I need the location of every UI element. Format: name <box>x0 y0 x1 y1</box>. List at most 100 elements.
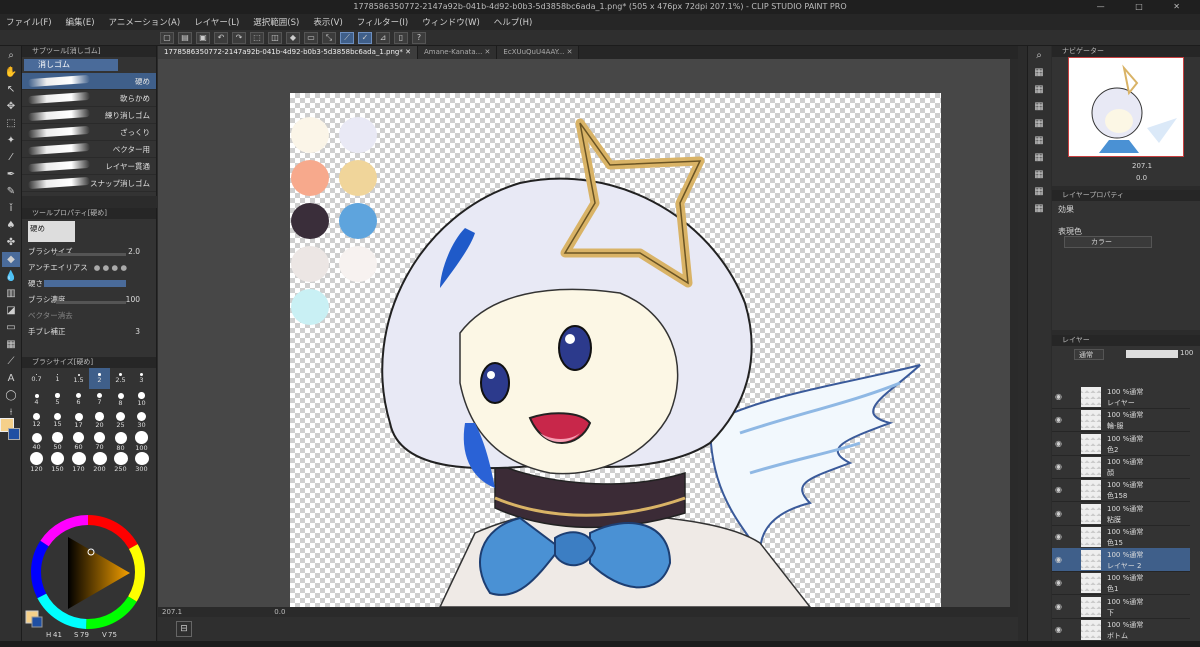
brush-size-cell[interactable]: 25 <box>110 410 131 431</box>
eyedropper-icon[interactable]: ⁄ <box>2 150 20 165</box>
menu-edit[interactable]: 編集(E) <box>66 16 95 28</box>
brush-size-cell[interactable]: 15 <box>47 410 68 431</box>
palette-swatch[interactable] <box>339 246 377 282</box>
material-icon[interactable]: ▦ <box>1030 65 1048 80</box>
brush-size-cell[interactable]: 300 <box>131 452 152 473</box>
visibility-eye-icon[interactable]: ◉ <box>1055 532 1062 541</box>
layer-name[interactable]: 色158 <box>1107 491 1127 501</box>
layer-name[interactable]: 下 <box>1107 608 1114 618</box>
menu-filter[interactable]: フィルター(I) <box>357 16 408 28</box>
brush-size-cell[interactable]: 0.7 <box>26 368 47 389</box>
new-file-icon[interactable]: ▢ <box>160 31 174 44</box>
menu-selection[interactable]: 選択範囲(S) <box>253 16 299 28</box>
brush-item[interactable]: ざっくり <box>22 124 156 141</box>
frame-icon[interactable]: ▦ <box>2 337 20 352</box>
palette-swatch[interactable] <box>291 289 329 325</box>
menu-window[interactable]: ウィンドウ(W) <box>422 16 480 28</box>
layer-name[interactable]: 輪-服 <box>1107 421 1124 431</box>
canvas-vertical-scrollbar[interactable] <box>1010 59 1018 607</box>
pen-icon[interactable]: ✒ <box>2 167 20 182</box>
layer-row[interactable]: ◉ 100 %通常 色1 <box>1052 571 1190 596</box>
brush-size-cell[interactable]: 5 <box>47 389 68 410</box>
vector-erase-row[interactable]: ベクター消去 <box>22 307 156 323</box>
opacity-value[interactable]: 100 <box>1180 349 1193 357</box>
brush-size-cell[interactable]: 80 <box>110 431 131 452</box>
brush-item[interactable]: ベクター用 <box>22 141 156 158</box>
tab-document-3[interactable]: EcXUuQuU4AAY... ✕ <box>497 46 580 59</box>
brush-size-cell[interactable]: 7 <box>89 389 110 410</box>
angle-value[interactable]: 0.0 <box>274 608 285 616</box>
selection-icon[interactable]: ⬚ <box>2 116 20 131</box>
layer-row[interactable]: ◉ 100 %通常 ボトム <box>1052 618 1190 642</box>
layer-row[interactable]: ◉ 100 %通常 粘膜 <box>1052 502 1190 526</box>
brush-size-cell[interactable]: 1.5 <box>68 368 89 389</box>
maximize-button[interactable]: □ <box>1135 2 1157 11</box>
layer-name[interactable]: 色2 <box>1107 445 1118 455</box>
tab-document-1[interactable]: 1778586350772-2147a92b-041b-4d92-b0b3-5d… <box>158 46 418 59</box>
express-color-select[interactable]: カラー <box>1064 236 1152 248</box>
ruler-icon[interactable]: ⟋ <box>2 354 20 369</box>
navigator-angle[interactable]: 0.0 <box>1136 174 1147 182</box>
tab-document-2[interactable]: Amane-Kanata... ✕ <box>417 46 498 59</box>
material-7-icon[interactable]: ▦ <box>1030 167 1048 182</box>
material-2-icon[interactable]: ▦ <box>1030 82 1048 97</box>
brush-size-cell[interactable]: 10 <box>131 389 152 410</box>
auto-select-icon[interactable]: ✦ <box>2 133 20 148</box>
move-layer-icon[interactable]: ✥ <box>2 99 20 114</box>
saturation-triangle[interactable] <box>68 537 130 609</box>
material-6-icon[interactable]: ▦ <box>1030 150 1048 165</box>
hardness-row[interactable]: 硬さ <box>22 275 156 291</box>
palette-swatch[interactable] <box>291 160 329 196</box>
brush-size-cell[interactable]: 12 <box>26 410 47 431</box>
drawing-canvas[interactable] <box>290 93 941 607</box>
layer-row[interactable]: ◉ 100 %通常 色158 <box>1052 478 1190 503</box>
invert-selection-icon[interactable]: ◫ <box>268 31 282 44</box>
search-icon[interactable]: ⌕ <box>1030 48 1048 63</box>
antialias-row[interactable]: アンチエイリアス ● ● ● ● <box>22 259 156 275</box>
palette-swatch[interactable] <box>339 203 377 239</box>
material-8-icon[interactable]: ▦ <box>1030 184 1048 199</box>
brush-size-cell[interactable]: 30 <box>131 410 152 431</box>
layer-row[interactable]: ◉ 100 %通常 色2 <box>1052 432 1190 456</box>
layer-row[interactable]: ◉ 100 %通常 色15 <box>1052 525 1190 549</box>
layer-name[interactable]: ボトム <box>1107 631 1128 641</box>
layer-name[interactable]: レイヤー <box>1107 398 1135 408</box>
snap-ruler-icon[interactable]: ⟋ <box>340 31 354 44</box>
undo-icon[interactable]: ↶ <box>214 31 228 44</box>
brush-size-cell[interactable]: 2.5 <box>110 368 131 389</box>
material-3-icon[interactable]: ▦ <box>1030 99 1048 114</box>
palette-swatch[interactable] <box>339 117 377 153</box>
brush-size-cell[interactable]: 6 <box>68 389 89 410</box>
antialias-options[interactable]: ● ● ● ● <box>94 263 127 272</box>
layer-name[interactable]: レイヤー 2 <box>1107 561 1141 571</box>
layer-row[interactable]: ◉ 100 %通常 輪-服 <box>1052 408 1190 433</box>
brush-size-cell[interactable]: 17 <box>68 410 89 431</box>
brush-size-cell[interactable]: 60 <box>68 431 89 452</box>
snap-special-ruler-icon[interactable]: ✓ <box>358 31 372 44</box>
brush-size-cell[interactable]: 150 <box>47 452 68 473</box>
brush-size-cell[interactable]: 1 <box>47 368 68 389</box>
layer-row[interactable]: ◉ 100 %通常下 <box>1052 595 1190 619</box>
visibility-eye-icon[interactable]: ◉ <box>1055 415 1062 424</box>
decoration-icon[interactable]: ✤ <box>2 235 20 250</box>
zoom-icon[interactable]: ⌕ <box>2 48 20 63</box>
wheel-sub-color[interactable] <box>31 616 43 628</box>
brush-size-value[interactable]: 2.0 <box>128 247 140 256</box>
brush-size-cell[interactable]: 120 <box>26 452 47 473</box>
transform-icon[interactable]: ⤡ <box>322 31 336 44</box>
menu-layer[interactable]: レイヤー(L) <box>194 16 239 28</box>
brush-size-cell[interactable]: 3 <box>131 368 152 389</box>
density-slider[interactable] <box>56 301 126 304</box>
balloon-icon[interactable]: ◯ <box>2 388 20 403</box>
clear-icon[interactable]: ▭ <box>304 31 318 44</box>
brush-size-slider[interactable] <box>56 253 126 256</box>
palette-swatch[interactable] <box>291 246 329 282</box>
brush-item[interactable]: スナップ消しゴム <box>22 175 156 192</box>
layer-name[interactable]: 粘膜 <box>1107 515 1121 525</box>
visibility-eye-icon[interactable]: ◉ <box>1055 509 1062 518</box>
material-4-icon[interactable]: ▦ <box>1030 116 1048 131</box>
visibility-eye-icon[interactable]: ◉ <box>1055 462 1062 471</box>
brush-item[interactable]: 練り消しゴム <box>22 107 156 124</box>
brush-item[interactable]: 硬め <box>22 73 156 90</box>
airbrush-icon[interactable]: ♠ <box>2 218 20 233</box>
